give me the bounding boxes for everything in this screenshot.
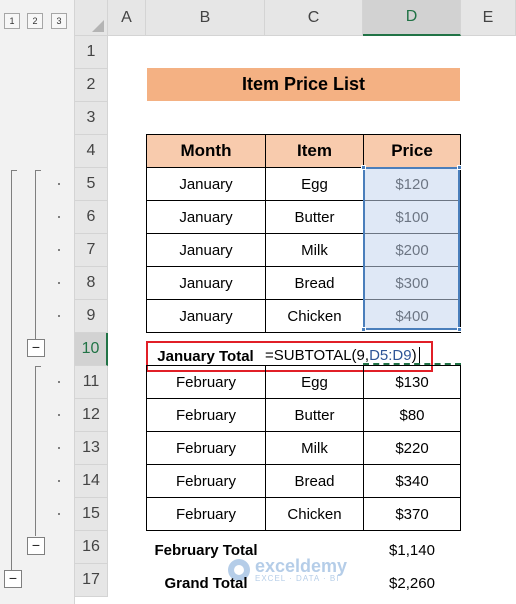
cell-item[interactable]: Butter (265, 398, 364, 432)
cell-price[interactable]: $220 (363, 431, 461, 465)
outline-dot (58, 315, 60, 317)
header-cell-month[interactable]: Month (146, 134, 266, 168)
grand-total-value[interactable]: $2,260 (363, 567, 461, 600)
outline-dot (58, 282, 60, 284)
cell-price[interactable]: $120 (363, 167, 461, 201)
cell-month[interactable]: February (146, 431, 266, 465)
header-cell-price[interactable]: Price (363, 134, 461, 168)
cell-price[interactable]: $340 (363, 464, 461, 498)
row-header-1[interactable]: 1 (75, 36, 108, 69)
outline-bracket-january (35, 170, 36, 340)
outline-dot (58, 480, 60, 482)
cell-price[interactable]: $300 (363, 266, 461, 300)
cell-month[interactable]: January (146, 233, 266, 267)
cell-month[interactable]: February (146, 365, 266, 399)
cell-item[interactable]: Chicken (265, 497, 364, 531)
collapse-all-button[interactable]: − (4, 570, 22, 588)
outline-dot (58, 381, 60, 383)
cell-item[interactable]: Milk (265, 431, 364, 465)
cell-item[interactable]: Egg (265, 167, 364, 201)
column-header-a[interactable]: A (108, 0, 146, 36)
cell-month[interactable]: February (146, 398, 266, 432)
collapse-february-button[interactable]: − (27, 537, 45, 555)
row-header-10[interactable]: 10 (75, 333, 108, 366)
row-header-13[interactable]: 13 (75, 432, 108, 465)
row-header-16[interactable]: 16 (75, 531, 108, 564)
outline-level-3-button[interactable]: 3 (51, 13, 67, 29)
outline-bracket-level1 (11, 170, 12, 570)
grand-total-label[interactable]: Grand Total (146, 567, 266, 600)
cell-month[interactable]: January (146, 266, 266, 300)
row-header-14[interactable]: 14 (75, 465, 108, 498)
outline-dot (58, 249, 60, 251)
outline-bracket-february (35, 366, 36, 536)
cell-item[interactable]: Bread (265, 266, 364, 300)
watermark-text: exceldemy EXCEL · DATA · BI (255, 555, 348, 583)
row-header-15[interactable]: 15 (75, 498, 108, 531)
cell-price[interactable]: $370 (363, 497, 461, 531)
cell-price[interactable]: $80 (363, 398, 461, 432)
cell-price[interactable]: $100 (363, 200, 461, 234)
cell-price[interactable]: $200 (363, 233, 461, 267)
row-header-5[interactable]: 5 (75, 168, 108, 201)
watermark-tagline: EXCEL · DATA · BI (255, 573, 340, 583)
outline-dot (58, 216, 60, 218)
cell-item[interactable]: Egg (265, 365, 364, 399)
row-header-11[interactable]: 11 (75, 366, 108, 399)
row-header-7[interactable]: 7 (75, 234, 108, 267)
cell-month[interactable]: January (146, 299, 266, 333)
outline-dot (58, 447, 60, 449)
cell-month[interactable]: February (146, 464, 266, 498)
sheet-title[interactable]: Item Price List (147, 68, 460, 101)
row-header-2[interactable]: 2 (75, 69, 108, 102)
select-all-corner[interactable] (75, 0, 108, 36)
row-header-6[interactable]: 6 (75, 201, 108, 234)
cell-month[interactable]: January (146, 167, 266, 201)
column-header-d[interactable]: D (363, 0, 461, 36)
cell-item[interactable]: Bread (265, 464, 364, 498)
row-header-3[interactable]: 3 (75, 102, 108, 135)
watermark-name: exceldemy (255, 555, 348, 576)
cell-price[interactable]: $400 (363, 299, 461, 333)
row-header-4[interactable]: 4 (75, 135, 108, 168)
select-all-triangle-icon (92, 20, 104, 32)
outline-level-1-button[interactable]: 1 (4, 13, 20, 29)
column-header-b[interactable]: B (146, 0, 265, 36)
february-total-value[interactable]: $1,140 (363, 534, 461, 567)
outline-dot (58, 513, 60, 515)
cell-month[interactable]: February (146, 497, 266, 531)
header-cell-item[interactable]: Item (265, 134, 364, 168)
outline-level-2-button[interactable]: 2 (27, 13, 43, 29)
row-header-9[interactable]: 9 (75, 300, 108, 333)
cell-item[interactable]: Butter (265, 200, 364, 234)
outline-pane: 1 2 3 − − − (0, 0, 75, 604)
cell-item[interactable]: Milk (265, 233, 364, 267)
cell-item[interactable]: Chicken (265, 299, 364, 333)
column-header-c[interactable]: C (265, 0, 363, 36)
row-header-17[interactable]: 17 (75, 564, 108, 597)
cell-price[interactable]: $130 (363, 365, 461, 399)
outline-dot (58, 414, 60, 416)
collapse-january-button[interactable]: − (27, 339, 45, 357)
outline-dot (58, 183, 60, 185)
row-header-12[interactable]: 12 (75, 399, 108, 432)
row-header-8[interactable]: 8 (75, 267, 108, 300)
cell-month[interactable]: January (146, 200, 266, 234)
column-header-e[interactable]: E (461, 0, 516, 36)
